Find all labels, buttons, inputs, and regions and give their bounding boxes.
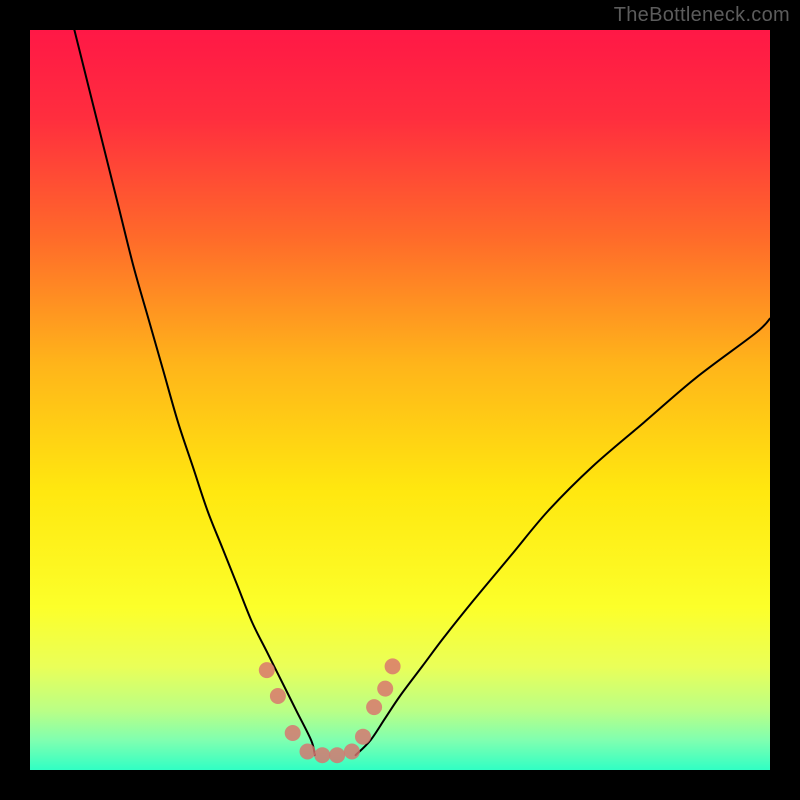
marker-dot [385, 658, 401, 674]
marker-dot [270, 688, 286, 704]
curve-path [74, 30, 315, 755]
curve-layer [30, 30, 770, 770]
marker-dot [300, 744, 316, 760]
marker-dot [329, 747, 345, 763]
marker-dot [344, 744, 360, 760]
marker-dot [366, 699, 382, 715]
marker-dot [314, 747, 330, 763]
chart-canvas: TheBottleneck.com [0, 0, 800, 800]
marker-dot [355, 729, 371, 745]
marker-dot [259, 662, 275, 678]
marker-dot [285, 725, 301, 741]
curve-path [356, 319, 770, 756]
plot-area [30, 30, 770, 770]
marker-dot [377, 681, 393, 697]
watermark-text: TheBottleneck.com [614, 4, 790, 27]
